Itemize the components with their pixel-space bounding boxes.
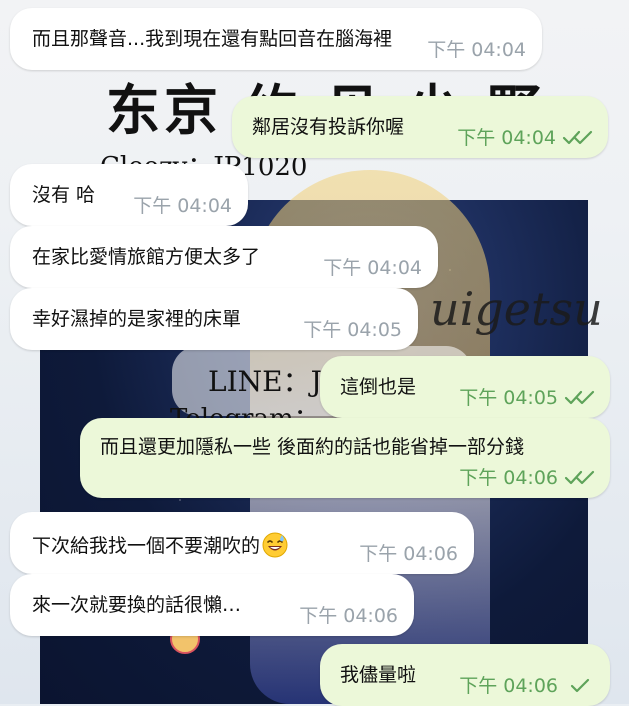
wallpaper-script: uigetsu	[430, 282, 603, 336]
message-bubble-outgoing[interactable]: 我儘量啦 下午 04:06	[320, 644, 610, 706]
message-text-wrap: 下次給我找一個不要潮吹的	[32, 532, 288, 558]
message-text: 我儘量啦	[340, 664, 417, 686]
message-bubble-incoming[interactable]: 而且那聲音...我到現在還有點回音在腦海裡 下午 04:04	[10, 8, 542, 70]
message-text: 下次給我找一個不要潮吹的	[32, 535, 261, 557]
message-bubble-outgoing[interactable]: 這倒也是 下午 04:05	[320, 356, 610, 418]
message-bubble-incoming[interactable]: 幸好濕掉的是家裡的床單 下午 04:05	[10, 288, 418, 350]
message-time: 下午 04:05	[459, 387, 558, 409]
read-double-check-icon	[564, 390, 595, 405]
read-double-check-icon	[564, 470, 595, 485]
message-bubble-outgoing[interactable]: 鄰居沒有投訴你喔 下午 04:04	[232, 96, 608, 158]
wallpaper-line-id: LINE：J	[208, 365, 322, 398]
message-time: 下午 04:06	[359, 543, 458, 565]
message-bubble-incoming[interactable]: 來一次就要換的話很懶… 下午 04:06	[10, 574, 414, 636]
message-time: 下午 04:06	[459, 675, 558, 697]
message-time: 下午 04:04	[323, 257, 422, 279]
message-bubble-incoming[interactable]: 沒有 哈 下午 04:04	[10, 164, 248, 226]
message-time: 下午 04:04	[427, 39, 526, 61]
message-time: 下午 04:06	[299, 605, 398, 627]
message-text: 鄰居沒有投訴你喔	[252, 116, 405, 138]
message-text: 這倒也是	[340, 376, 417, 398]
message-text: 來一次就要換的話很懶…	[32, 594, 242, 616]
message-bubble-incoming[interactable]: 下次給我找一個不要潮吹的 下午 04:06	[10, 512, 474, 574]
message-text: 而且那聲音...我到現在還有點回音在腦海裡	[32, 28, 393, 50]
message-time: 下午 04:04	[133, 195, 232, 217]
sent-check-icon	[570, 678, 590, 693]
sweat-smile-emoji-icon	[262, 532, 288, 558]
message-bubble-outgoing[interactable]: 而且還更加隱私一些 後面約的話也能省掉一部分錢 下午 04:06	[80, 418, 610, 498]
message-text: 而且還更加隱私一些 後面約的話也能省掉一部分錢	[100, 436, 525, 458]
message-time: 下午 04:04	[457, 127, 556, 149]
message-text: 幸好濕掉的是家裡的床單	[32, 308, 242, 330]
read-double-check-icon	[562, 130, 593, 145]
message-bubble-incoming[interactable]: 在家比愛情旅館方便太多了 下午 04:04	[10, 226, 438, 288]
message-time: 下午 04:06	[459, 467, 558, 489]
message-time: 下午 04:05	[303, 319, 402, 341]
message-text: 在家比愛情旅館方便太多了	[32, 246, 261, 268]
message-text: 沒有 哈	[32, 184, 96, 206]
